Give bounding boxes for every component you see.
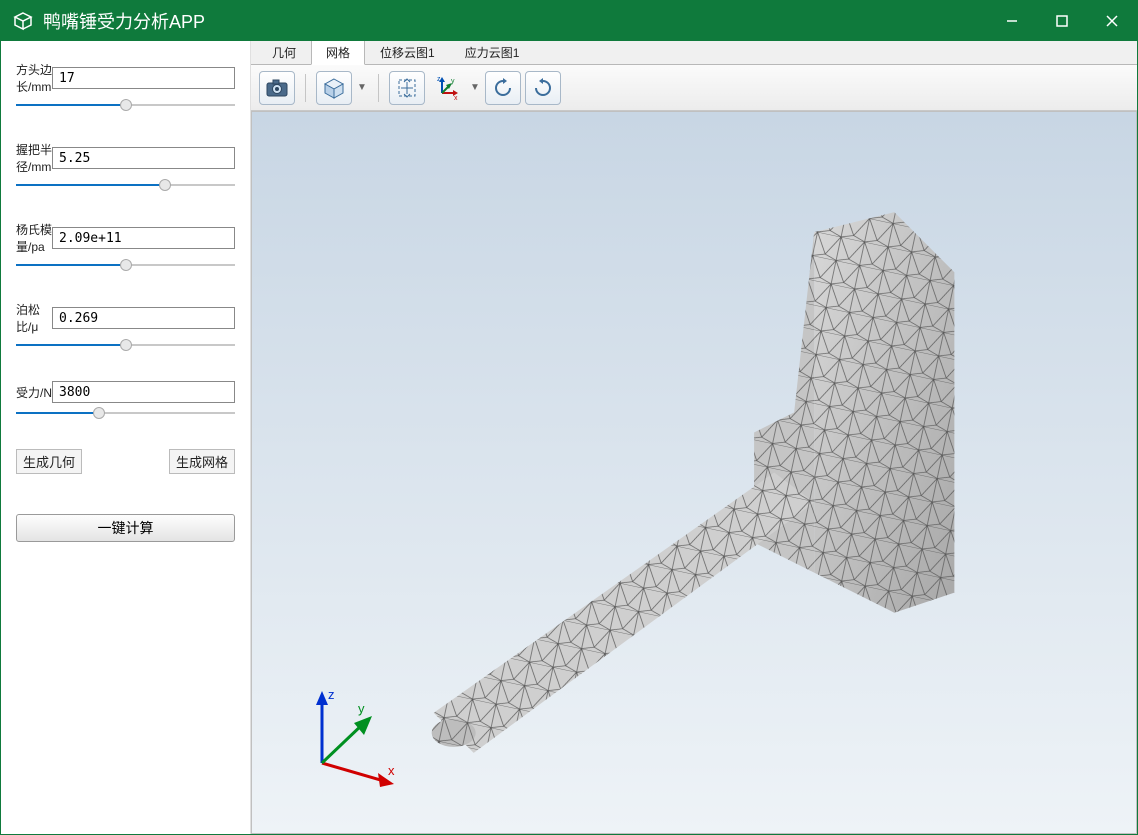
poisson-ratio-input[interactable] bbox=[52, 307, 235, 329]
param-label: 握把半径/mm bbox=[16, 141, 52, 175]
axes-icon: z y x bbox=[434, 75, 460, 101]
orientation-triad: z x y bbox=[292, 683, 402, 793]
param-youngs-modulus: 杨氏模量/pa bbox=[16, 221, 235, 273]
rotate-ccw-icon bbox=[492, 77, 514, 99]
view-tabs: 几何 网格 位移云图1 应力云图1 bbox=[251, 41, 1137, 65]
param-label: 杨氏模量/pa bbox=[16, 221, 52, 255]
app-icon bbox=[11, 9, 35, 33]
axis-x-label: x bbox=[388, 763, 395, 778]
view-orientation-dropdown[interactable]: ▼ bbox=[356, 82, 368, 93]
zoom-extents-button[interactable] bbox=[389, 71, 425, 105]
grip-radius-input[interactable] bbox=[52, 147, 235, 169]
tab-mesh[interactable]: 网格 bbox=[311, 41, 365, 65]
tab-displacement[interactable]: 位移云图1 bbox=[365, 41, 450, 64]
youngs-modulus-slider[interactable] bbox=[16, 257, 235, 273]
axes-toggle-button[interactable]: z y x bbox=[429, 71, 465, 105]
head-length-slider[interactable] bbox=[16, 97, 235, 113]
titlebar: 鸭嘴锤受力分析APP bbox=[1, 1, 1137, 41]
toolbar-separator bbox=[305, 74, 306, 102]
axes-dropdown[interactable]: ▼ bbox=[469, 82, 481, 93]
youngs-modulus-input[interactable] bbox=[52, 227, 235, 249]
force-input[interactable] bbox=[52, 381, 235, 403]
param-head-length: 方头边长/mm bbox=[16, 61, 235, 113]
grip-radius-slider[interactable] bbox=[16, 177, 235, 193]
view-orientation-button[interactable] bbox=[316, 71, 352, 105]
force-slider[interactable] bbox=[16, 405, 235, 421]
app-window: 鸭嘴锤受力分析APP 方头边长/mm 握把半 bbox=[0, 0, 1138, 835]
rotate-ccw-button[interactable] bbox=[485, 71, 521, 105]
close-button[interactable] bbox=[1087, 1, 1137, 41]
viewport-toolbar: ▼ z y bbox=[251, 65, 1137, 111]
axis-y-label: y bbox=[358, 701, 365, 716]
axis-z-label: z bbox=[328, 687, 335, 702]
camera-icon bbox=[266, 79, 288, 97]
tab-geometry[interactable]: 几何 bbox=[257, 41, 311, 64]
svg-text:x: x bbox=[454, 95, 458, 101]
maximize-button[interactable] bbox=[1037, 1, 1087, 41]
param-force: 受力/N bbox=[16, 381, 235, 421]
param-label: 受力/N bbox=[16, 384, 52, 401]
svg-text:z: z bbox=[437, 76, 441, 83]
parameter-sidebar: 方头边长/mm 握把半径/mm 杨氏模量/pa bbox=[1, 41, 251, 834]
param-poisson-ratio: 泊松比/μ bbox=[16, 301, 235, 353]
main-area: 几何 网格 位移云图1 应力云图1 bbox=[251, 41, 1137, 834]
snapshot-button[interactable] bbox=[259, 71, 295, 105]
minimize-button[interactable] bbox=[987, 1, 1037, 41]
app-title: 鸭嘴锤受力分析APP bbox=[43, 8, 987, 34]
tab-stress[interactable]: 应力云图1 bbox=[450, 41, 535, 64]
poisson-ratio-slider[interactable] bbox=[16, 337, 235, 353]
rotate-cw-icon bbox=[532, 77, 554, 99]
param-label: 泊松比/μ bbox=[16, 301, 52, 335]
generate-geometry-button[interactable]: 生成几何 bbox=[16, 449, 82, 474]
param-grip-radius: 握把半径/mm bbox=[16, 141, 235, 193]
cube-icon bbox=[322, 76, 346, 100]
toolbar-separator bbox=[378, 74, 379, 102]
param-label: 方头边长/mm bbox=[16, 61, 52, 95]
compute-button[interactable]: 一键计算 bbox=[16, 514, 235, 542]
mesh-viewport[interactable]: z x y bbox=[251, 111, 1137, 834]
head-length-input[interactable] bbox=[52, 67, 235, 89]
rotate-cw-button[interactable] bbox=[525, 71, 561, 105]
fit-icon bbox=[396, 77, 418, 99]
svg-text:y: y bbox=[451, 78, 455, 85]
generate-mesh-button[interactable]: 生成网格 bbox=[169, 449, 235, 474]
